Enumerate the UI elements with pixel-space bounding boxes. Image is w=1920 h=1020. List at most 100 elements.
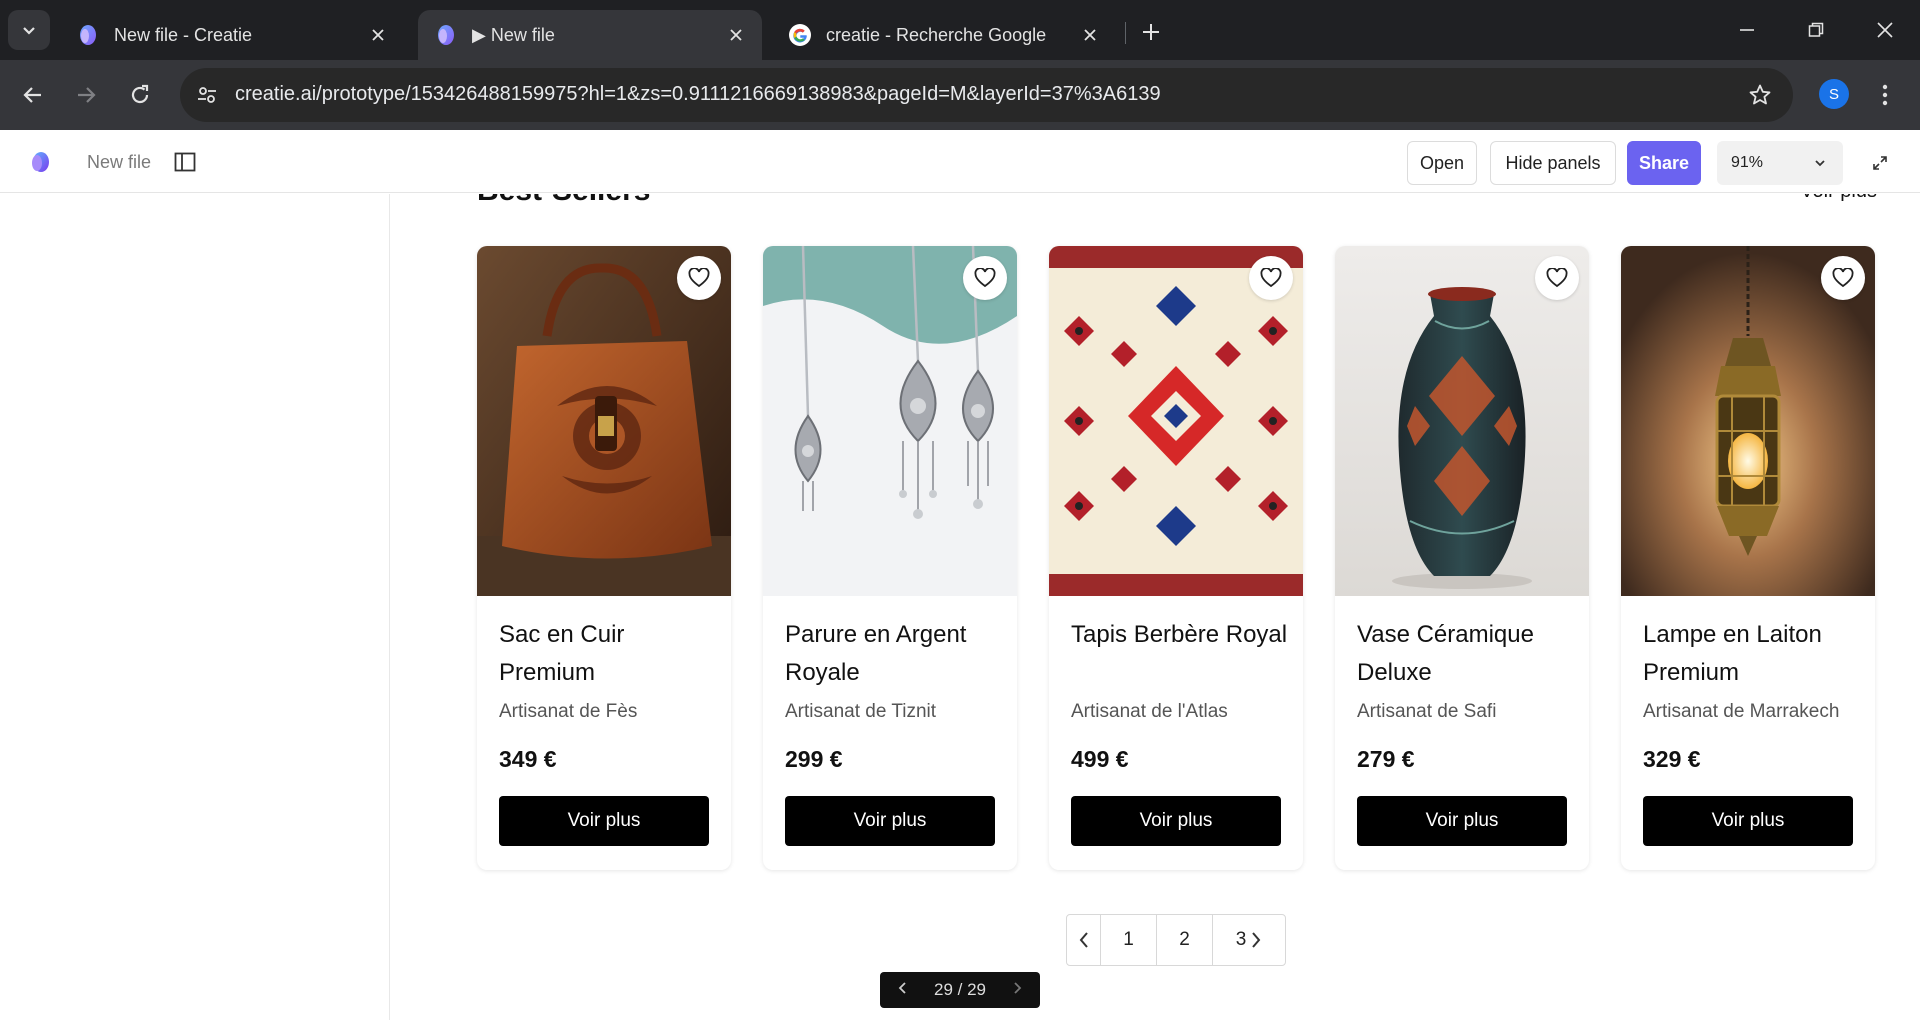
zoom-select[interactable]: 91% (1717, 141, 1843, 185)
next-frame-button[interactable] (1012, 980, 1022, 1000)
address-bar[interactable]: creatie.ai/prototype/153426488159975?hl=… (180, 68, 1793, 122)
toggle-sidebar-button[interactable] (172, 150, 198, 174)
zoom-value: 91% (1731, 154, 1764, 171)
chevron-left-icon (1079, 932, 1088, 948)
new-tab-button[interactable] (1134, 15, 1168, 49)
previous-frame-button[interactable] (898, 980, 908, 1000)
chevron-left-icon (898, 982, 906, 994)
share-button[interactable]: Share (1627, 141, 1701, 185)
close-icon[interactable] (366, 23, 390, 47)
product-name: Tapis Berbère Royal (1071, 621, 1288, 648)
forward-button[interactable] (66, 75, 106, 115)
product-origin: Artisanat de Safi (1357, 701, 1497, 722)
product-card: Lampe en Laiton Premium Artisanat de Mar… (1621, 246, 1875, 870)
see-more-link[interactable]: Voir plus (1800, 194, 1877, 203)
back-button[interactable] (13, 75, 53, 115)
close-window-button[interactable] (1860, 10, 1910, 50)
prototype-canvas: Best-Sellers Voir plus (391, 194, 1920, 1020)
product-image (1335, 246, 1589, 596)
creatie-logo-icon[interactable] (28, 150, 52, 174)
tab-search-button[interactable] (8, 10, 50, 50)
minimize-icon (1740, 29, 1754, 31)
hide-panels-button[interactable]: Hide panels (1490, 141, 1616, 185)
see-more-button[interactable]: Voir plus (785, 796, 995, 846)
product-price: 299 € (785, 746, 843, 772)
product-card: Parure en Argent Royale Artisanat de Tiz… (763, 246, 1017, 870)
heart-icon (974, 268, 996, 288)
product-name: Parure en Argent Royale (785, 621, 967, 686)
pagination-page-3[interactable]: 3 (1213, 915, 1285, 965)
profile-avatar[interactable]: S (1819, 79, 1849, 109)
fullscreen-button[interactable] (1869, 152, 1891, 174)
chevron-right-icon (1014, 982, 1022, 994)
more-vertical-icon (1882, 84, 1888, 106)
plus-icon (1143, 24, 1159, 40)
tab-title: New file - Creatie (114, 24, 253, 45)
creatie-logo-icon (80, 25, 96, 45)
file-name[interactable]: New file (87, 152, 151, 173)
product-image (1049, 246, 1303, 596)
favorite-button[interactable] (963, 256, 1007, 300)
product-price: 279 € (1357, 746, 1415, 772)
product-price: 499 € (1071, 746, 1129, 772)
minimize-button[interactable] (1722, 10, 1772, 50)
see-more-button[interactable]: Voir plus (1643, 796, 1853, 846)
left-panel (0, 194, 390, 1020)
favorite-button[interactable] (1249, 256, 1293, 300)
tab-google[interactable]: creatie - Recherche Google (772, 10, 1116, 60)
tab-title: creatie - Recherche Google (826, 24, 1047, 45)
restore-icon (1808, 22, 1824, 37)
favorite-button[interactable] (677, 256, 721, 300)
heart-icon (1260, 268, 1282, 288)
product-origin: Artisanat de Tiznit (785, 701, 937, 722)
arrow-left-icon (23, 87, 41, 103)
heart-icon (688, 268, 710, 288)
reload-icon (131, 84, 149, 104)
creatie-logo-icon (438, 25, 454, 45)
close-icon[interactable] (1078, 23, 1102, 47)
see-more-button[interactable]: Voir plus (499, 796, 709, 846)
product-price: 349 € (499, 746, 557, 772)
pagination-prev-button[interactable] (1067, 915, 1101, 965)
site-info-icon[interactable] (192, 80, 222, 110)
pagination-page-1[interactable]: 1 (1101, 915, 1157, 965)
close-icon (1877, 22, 1893, 38)
app-toolbar: New file Open Hide panels Share 91% (0, 130, 1920, 193)
restore-button[interactable] (1791, 10, 1841, 50)
chevron-right-icon (1252, 932, 1261, 948)
tab-title: ▶ New file (472, 24, 555, 45)
bookmark-star-icon[interactable] (1745, 80, 1775, 110)
tab-new-file[interactable]: ▶ New file (418, 10, 762, 60)
tab-separator (1125, 22, 1126, 44)
favorite-button[interactable] (1535, 256, 1579, 300)
section-title: Best-Sellers (477, 194, 650, 208)
heart-icon (1832, 268, 1854, 288)
product-card: Vase Céramique Deluxe Artisanat de Safi … (1335, 246, 1589, 870)
browser-nav-bar: creatie.ai/prototype/153426488159975?hl=… (0, 60, 1920, 130)
arrow-right-icon (78, 87, 96, 103)
product-card: Tapis Berbère Royal Artisanat de l'Atlas… (1049, 246, 1303, 870)
tab-creatie[interactable]: New file - Creatie (60, 10, 404, 60)
browser-tab-strip: New file - Creatie ▶ New file creatie - … (0, 0, 1920, 60)
pagination-page-2[interactable]: 2 (1157, 915, 1213, 965)
open-button[interactable]: Open (1407, 141, 1477, 185)
sidebar-panel-icon (174, 152, 196, 172)
product-name: Vase Céramique Deluxe (1357, 621, 1534, 686)
pagination-page-label: 3 (1235, 929, 1247, 950)
prototype-frame-navigator: 29 / 29 (880, 972, 1040, 1008)
frame-counter: 29 / 29 (934, 980, 986, 999)
product-origin: Artisanat de Marrakech (1643, 701, 1840, 722)
chevron-down-icon (23, 27, 35, 35)
product-image (477, 246, 731, 596)
see-more-button[interactable]: Voir plus (1071, 796, 1281, 846)
browser-menu-button[interactable] (1870, 78, 1900, 112)
url-text: creatie.ai/prototype/153426488159975?hl=… (235, 83, 1161, 105)
favorite-button[interactable] (1821, 256, 1865, 300)
product-price: 329 € (1643, 746, 1701, 772)
product-origin: Artisanat de Fès (499, 701, 638, 722)
product-image (763, 246, 1017, 596)
reload-button[interactable] (120, 75, 160, 115)
see-more-button[interactable]: Voir plus (1357, 796, 1567, 846)
close-icon[interactable] (724, 23, 748, 47)
product-name: Sac en Cuir Premium (499, 621, 625, 686)
